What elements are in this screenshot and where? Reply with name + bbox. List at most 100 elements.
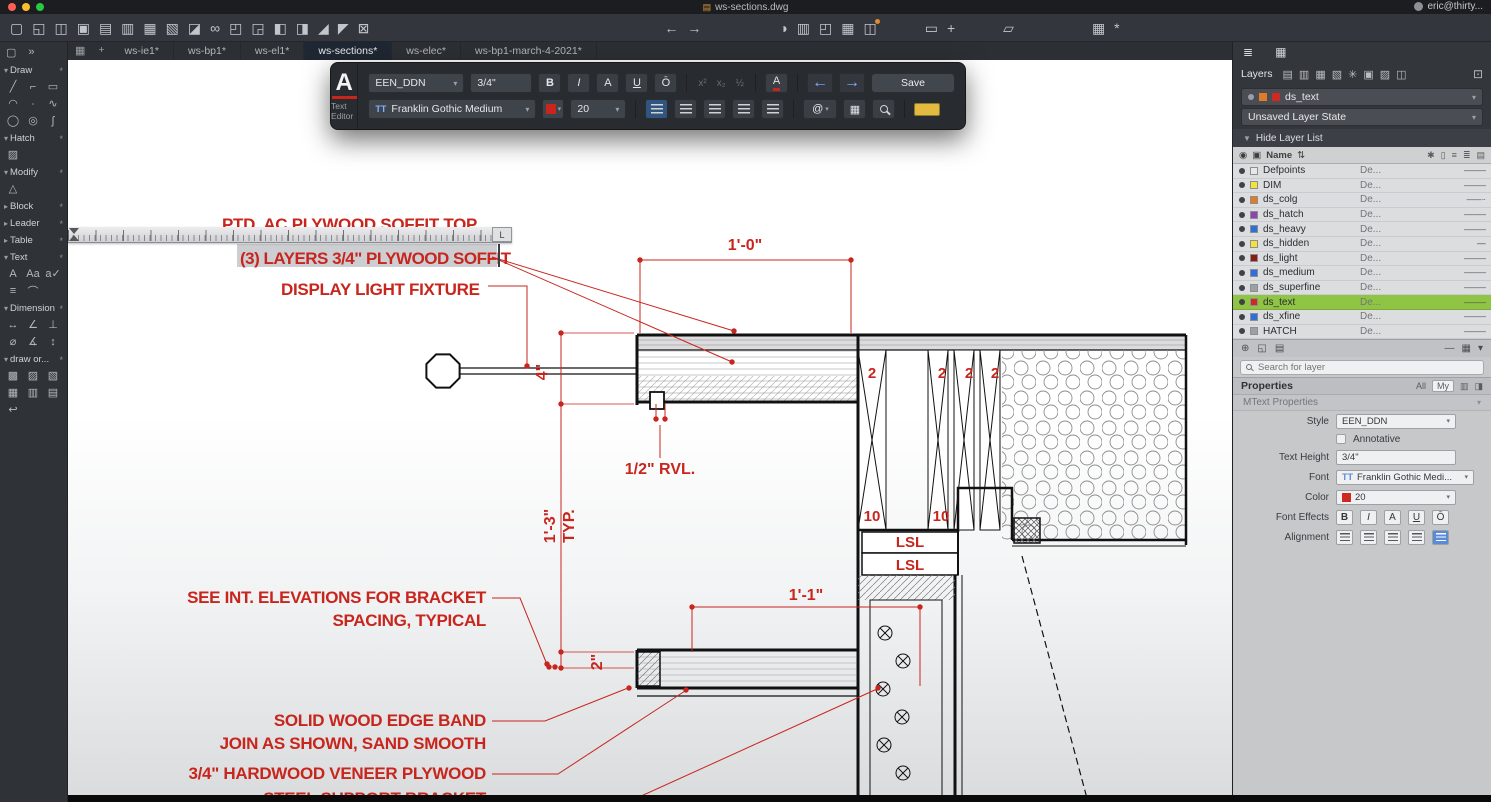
background-mask-swatch[interactable] [914, 102, 941, 116]
note-solid-wood-1[interactable]: SOLID WOOD EDGE BAND [274, 711, 486, 730]
dim-1-0[interactable]: 1'-0" [728, 237, 763, 254]
bold-button[interactable]: B [538, 73, 562, 93]
section-header-draw[interactable]: ▾ Draw * [0, 63, 67, 78]
rectangle-tool-icon[interactable]: ▭ [43, 78, 63, 95]
section-header-table[interactable]: ▸ Table * [0, 233, 67, 248]
layer-linetype-sample[interactable]: ——— [1464, 298, 1486, 307]
layer-visible-dot[interactable] [1239, 328, 1245, 335]
columns-config-icon[interactable]: ▤ [1476, 150, 1485, 161]
import-icon[interactable]: ◰ [229, 21, 242, 35]
page-setup-icon[interactable]: ▧ [166, 21, 179, 35]
apps-grid-icon[interactable]: ▦ [1092, 21, 1105, 35]
draw-order-below-icon[interactable]: ▦ [3, 384, 23, 401]
layer-color-chip[interactable] [1250, 195, 1258, 204]
effect-caps-button[interactable]: A [1384, 509, 1401, 525]
point-tool-icon[interactable]: ∙ [23, 95, 43, 112]
document-tab[interactable]: ws-bp1-march-4-2021* [461, 42, 597, 60]
isolate-layer-icon[interactable]: ▧ [1332, 68, 1342, 81]
lineweight-column-icon[interactable]: ≡ [1452, 150, 1457, 161]
save-all-icon[interactable]: ▣ [77, 21, 90, 35]
save-button[interactable]: Save [871, 73, 955, 93]
new-tab-button[interactable]: + [92, 42, 110, 60]
note-see-int-1[interactable]: SEE INT. ELEVATIONS FOR BRACKET [187, 588, 487, 607]
linestyle-column-icon[interactable]: ≣ [1463, 150, 1471, 161]
render-icon[interactable]: ◑ [779, 21, 787, 35]
layer-row[interactable]: ds_xfine De... ——— [1233, 310, 1491, 325]
layer-row[interactable]: ds_colg De... —— ·· [1233, 193, 1491, 208]
reference-manager-icon[interactable]: ◫ [864, 18, 881, 35]
group-footer-icon[interactable]: ◱ [1257, 343, 1266, 354]
note-solid-wood-2[interactable]: JOIN AS SHOWN, SAND SMOOTH [220, 734, 487, 753]
circle-tool-icon[interactable]: ◯ [3, 112, 23, 129]
section-header-modify[interactable]: ▾ Modify * [0, 165, 67, 180]
section-gear-icon[interactable]: * [59, 219, 63, 229]
lock-layer-icon[interactable]: ▣ [1363, 68, 1373, 81]
freehand-tool-icon[interactable]: ∿ [43, 95, 63, 112]
note-see-int-2[interactable]: SPACING, TYPICAL [332, 611, 486, 630]
layer-linetype-sample[interactable]: ——— [1464, 225, 1486, 234]
stud-label-2b[interactable]: 2 [938, 365, 946, 382]
measure-icon[interactable]: ⊠ [358, 21, 370, 35]
line-tool-icon[interactable]: ╱ [3, 78, 23, 95]
first-line-indent-marker[interactable] [69, 228, 79, 234]
document-tab[interactable]: ws-sections* [304, 42, 393, 60]
alignment-justify-button[interactable] [1408, 529, 1425, 545]
arc-tool-icon[interactable]: ◠ [3, 95, 23, 112]
text-color-button[interactable]: A [765, 73, 788, 93]
layer-visible-dot[interactable] [1239, 211, 1245, 218]
layer-color-chip[interactable] [1250, 166, 1258, 175]
underline-button[interactable]: U [625, 73, 649, 93]
color-swatch-select[interactable]: ▾ [542, 99, 565, 119]
collapse-icon[interactable]: — [1445, 343, 1455, 354]
document-tab[interactable]: ws-ie1* [111, 42, 174, 60]
superscript-icon[interactable]: x² [696, 78, 708, 89]
document-tab[interactable]: ws-bp1* [174, 42, 241, 60]
freeze-layer-icon[interactable]: ✳ [1348, 68, 1357, 81]
singleline-text-icon[interactable]: A [3, 265, 23, 282]
layer-visible-dot[interactable] [1239, 182, 1245, 189]
text-style-select[interactable]: EEN_DDN ▾ [368, 73, 465, 93]
account-menu[interactable]: eric@thirty... [1414, 1, 1483, 12]
paragraph-indent-marker[interactable] [69, 235, 79, 241]
find-replace-button[interactable] [872, 99, 896, 119]
frame-icon[interactable]: ▭ [925, 21, 938, 35]
effect-overline-button[interactable]: Ō [1432, 509, 1449, 525]
properties-icon-2[interactable]: ◨ [1474, 381, 1483, 392]
align-left-button[interactable] [645, 99, 669, 119]
sheet-set-icon[interactable]: ▥ [797, 21, 810, 35]
layer-color-chip[interactable] [1250, 210, 1258, 219]
layer-linetype-sample[interactable]: ----- [1477, 239, 1486, 248]
undo-button[interactable]: ← [807, 73, 833, 93]
section-gear-icon[interactable]: * [59, 202, 63, 212]
layer-search-input[interactable] [1256, 360, 1478, 374]
properties-my-toggle[interactable]: My [1431, 380, 1454, 393]
layer-visible-dot[interactable] [1239, 240, 1245, 247]
annotation-text[interactable]: PTD. AC PLYWOOD SOFFIT TOP (3) LAYERS 3/… [187, 215, 999, 802]
link-icon[interactable]: ∞ [210, 21, 220, 35]
redo-button[interactable]: → [839, 73, 865, 93]
note-light-fixture[interactable]: DISPLAY LIGHT FIXTURE [281, 280, 480, 299]
layer-linetype-sample[interactable]: ——— [1464, 166, 1486, 175]
scale-icon[interactable]: ◢ [318, 21, 329, 35]
section-header-draw-order[interactable]: ▾ draw or... * [0, 352, 67, 367]
layer-color-chip[interactable] [1250, 254, 1258, 263]
settings-footer-icon[interactable]: ▤ [1275, 343, 1284, 354]
layer-walk-icon[interactable]: ◫ [1396, 68, 1406, 81]
align-center-button[interactable] [674, 99, 698, 119]
layer-linetype-sample[interactable]: ——— [1464, 181, 1486, 190]
selection-tool-icon[interactable]: ▢ [6, 46, 16, 59]
drawing-canvas[interactable]: PTD. AC PLYWOOD SOFFIT TOP (3) LAYERS 3/… [68, 60, 1232, 802]
color-select-field[interactable]: 20 ▾ [1336, 489, 1456, 505]
chevron-down-icon[interactable]: ▾ [1478, 343, 1483, 354]
layer-color-chip[interactable] [1250, 298, 1258, 307]
effect-underline-button[interactable]: U [1408, 509, 1425, 525]
arc-text-icon[interactable]: ⌒ [23, 282, 43, 299]
label-lsl-1[interactable]: LSL [896, 534, 924, 551]
layer-visible-dot[interactable] [1239, 255, 1245, 262]
more-panels-icon[interactable]: » [28, 46, 34, 59]
forward-arrow-icon[interactable]: → [687, 21, 701, 35]
layer-linetype-sample[interactable]: —— ·· [1466, 195, 1486, 204]
baseline-dimension-icon[interactable]: ↕ [43, 333, 63, 350]
linear-dimension-icon[interactable]: ↔ [3, 316, 23, 333]
section-header-block[interactable]: ▸ Block * [0, 199, 67, 214]
